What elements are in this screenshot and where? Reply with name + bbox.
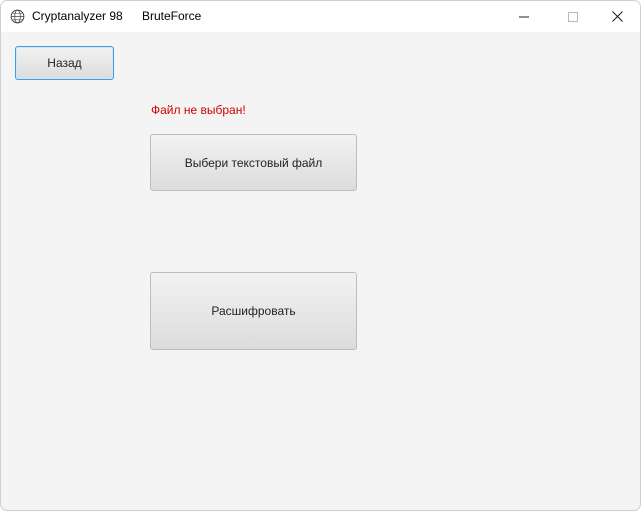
close-icon <box>611 11 623 22</box>
minimize-icon <box>519 16 529 17</box>
minimize-button[interactable] <box>501 1 547 32</box>
choose-file-button[interactable]: Выбери текстовый файл <box>150 134 357 191</box>
window-title: BruteForce <box>142 9 202 23</box>
app-title: Cryptanalyzer 98 <box>32 9 123 23</box>
globe-icon <box>10 9 25 24</box>
maximize-icon <box>568 11 578 22</box>
back-button[interactable]: Назад <box>15 46 114 80</box>
decrypt-button[interactable]: Расшифровать <box>150 272 357 350</box>
title-bar[interactable]: Cryptanalyzer 98 BruteForce <box>1 1 640 32</box>
close-button[interactable] <box>594 1 640 32</box>
app-window: Cryptanalyzer 98 BruteForce Назад Файл н… <box>0 0 641 511</box>
maximize-button[interactable] <box>550 1 596 32</box>
file-status-message: Файл не выбран! <box>151 103 246 117</box>
